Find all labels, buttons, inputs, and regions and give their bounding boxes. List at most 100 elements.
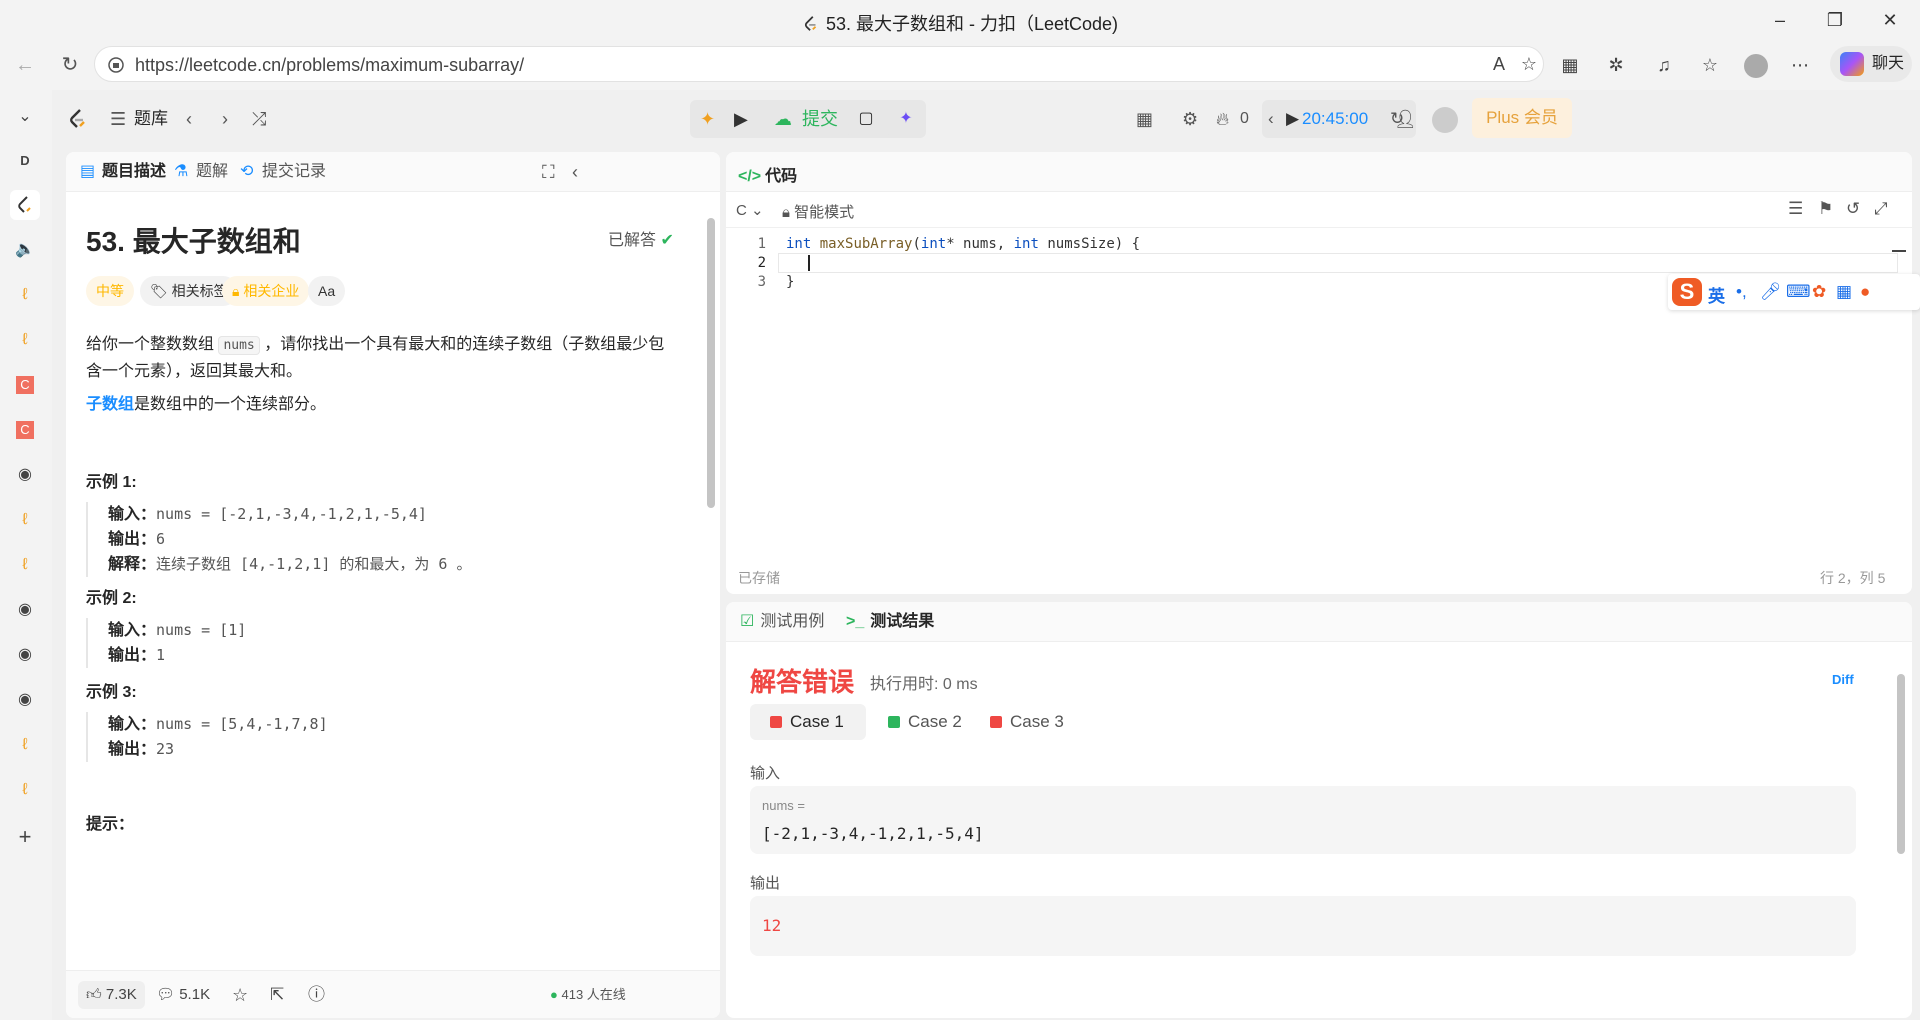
difficulty-badge[interactable]: 中等 — [86, 276, 134, 306]
skin-icon[interactable]: ✿ — [1812, 282, 1826, 302]
lock-icon: 🔒︎ — [232, 283, 240, 299]
tab-testcase[interactable]: ☑ 测试用例 — [740, 612, 824, 632]
saved-status: 已存储 — [738, 570, 780, 586]
problem-list-button[interactable]: 题库 — [134, 104, 168, 134]
code-footer: 已存储 行 2，列 5 — [726, 558, 1912, 594]
favorite-star-icon[interactable]: ☆ — [232, 981, 248, 1009]
timer-play-icon[interactable]: ▶ — [1286, 100, 1299, 138]
font-size-button[interactable]: Aa — [308, 276, 346, 306]
like-button[interactable]: 👍︎ 7.3K — [78, 981, 145, 1009]
tab-test-result[interactable]: >_ 测试结果 — [846, 612, 934, 632]
tab-leetcode-icon[interactable]: ℓ — [10, 280, 40, 310]
help-icon[interactable]: ⓘ — [308, 981, 325, 1009]
site-info-icon[interactable] — [107, 56, 125, 74]
mascot-icon[interactable]: ● — [1860, 282, 1870, 302]
read-aloud-icon[interactable]: A — [1485, 50, 1513, 78]
next-problem-icon[interactable]: › — [222, 104, 228, 134]
qr-code-icon[interactable]: ▦ — [1556, 51, 1584, 79]
cloud-upload-icon: ☁ — [774, 109, 792, 129]
tab-leetcode-active-icon[interactable] — [10, 190, 40, 220]
output-section-label: 输出 — [750, 875, 781, 892]
format-icon[interactable]: ☰ — [1788, 199, 1803, 219]
back-icon[interactable]: ← — [10, 50, 40, 80]
ime-language-toggle[interactable]: 英 — [1708, 282, 1725, 307]
collapse-tabs-icon[interactable]: ⌄ — [10, 102, 40, 132]
tab-c-icon[interactable]: C — [10, 370, 40, 400]
run-icon[interactable]: ▶ — [734, 104, 748, 134]
tab-leetcode-icon[interactable]: ℓ — [10, 550, 40, 580]
companies-tag-button[interactable]: 🔒︎ 相关企业 — [222, 276, 310, 306]
tab-github-icon[interactable]: ◉ — [10, 640, 40, 670]
subarray-link[interactable]: 子数组 — [86, 396, 134, 413]
case-3-tab[interactable]: Case 3 — [970, 704, 1070, 740]
tab-d-icon[interactable]: D — [10, 146, 40, 176]
debug-icon[interactable]: ✦ — [700, 104, 715, 134]
description-scrollbar[interactable] — [707, 210, 715, 940]
tab-leetcode-icon[interactable]: ℓ — [10, 775, 40, 805]
example-3-block: 输入：nums = [5,4,-1,7,8] 输出：23 — [86, 712, 328, 762]
tab-submissions[interactable]: ⟲ 提交记录 — [240, 162, 326, 182]
bookmark-icon[interactable]: ⚑ — [1818, 199, 1833, 219]
checkbox-icon: ☑ — [740, 613, 755, 630]
tab-description[interactable]: ▤ 题目描述 — [80, 162, 166, 182]
settings-gear-icon[interactable]: ⚙ — [1182, 104, 1198, 134]
fullscreen-icon[interactable]: ⛶ — [542, 162, 555, 182]
keyboard-icon[interactable]: ⌨ — [1786, 282, 1811, 302]
url-input[interactable]: https://leetcode.cn/problems/maximum-sub… — [94, 46, 1544, 82]
tab-github-icon[interactable]: ◉ — [10, 685, 40, 715]
new-tab-plus-icon[interactable]: + — [10, 822, 40, 852]
random-problem-icon[interactable]: ⤮ — [252, 104, 266, 134]
punctuation-icon[interactable]: •, — [1736, 282, 1747, 302]
collapse-panel-icon[interactable]: ‹ — [572, 162, 578, 182]
refresh-icon[interactable]: ↻ — [55, 50, 85, 80]
favorites-icon[interactable]: ☆ — [1696, 51, 1724, 79]
media-icon[interactable]: ♫ — [1650, 51, 1678, 79]
example-2-title: 示例 2: — [86, 590, 137, 607]
maximize-button[interactable]: ❐ — [1815, 6, 1855, 34]
expand-editor-icon[interactable]: ⤢ — [1874, 199, 1888, 219]
tab-leetcode-icon[interactable]: ℓ — [10, 505, 40, 535]
streak-fire-icon[interactable]: 🔥︎ — [1216, 104, 1229, 134]
ai-assistant-button[interactable]: ✦ — [888, 100, 924, 138]
note-button[interactable]: ▢ — [848, 100, 884, 138]
comments-button[interactable]: 💬︎ 5.1K — [156, 981, 210, 1009]
minimize-button[interactable]: – — [1760, 6, 1800, 34]
invite-user-icon[interactable]: 👤︎ — [1394, 104, 1417, 134]
tab-leetcode-icon[interactable]: ℓ — [10, 730, 40, 760]
browser-title-bar: 53. 最大子数组和 - 力扣（LeetCode) – ❐ ✕ — [0, 0, 1920, 40]
problem-list-icon[interactable]: ☰ — [110, 104, 126, 134]
case-1-tab[interactable]: Case 1 — [750, 704, 866, 740]
tab-c-icon[interactable]: C — [10, 415, 40, 445]
copilot-chat-button[interactable]: 聊天 — [1830, 46, 1912, 82]
user-avatar[interactable] — [1432, 104, 1458, 134]
plus-membership-button[interactable]: Plus 会员 — [1472, 98, 1572, 138]
code-panel-header: </> 代码 — [726, 152, 1912, 192]
leetcode-logo-icon[interactable] — [66, 104, 92, 134]
timer-collapse-icon[interactable]: ‹ — [1268, 100, 1274, 138]
tab-github-icon[interactable]: ◉ — [10, 595, 40, 625]
problem-description: 给你一个整数数组 nums ，请你找出一个具有最大和的连续子数组（子数组最少包含… — [86, 336, 665, 380]
reset-code-icon[interactable]: ↺ — [1846, 199, 1860, 219]
tab-leetcode-icon[interactable]: ℓ — [10, 325, 40, 355]
prev-problem-icon[interactable]: ‹ — [186, 104, 192, 134]
extensions-icon[interactable]: ✲ — [1602, 51, 1630, 79]
toolbox-icon[interactable]: ▦ — [1836, 282, 1852, 302]
sogou-logo-icon[interactable]: S — [1672, 278, 1702, 306]
case-2-tab[interactable]: Case 2 — [868, 704, 968, 740]
tab-audio-icon[interactable]: 🔈 — [10, 235, 40, 265]
close-window-button[interactable]: ✕ — [1870, 6, 1910, 34]
layout-icon[interactable]: ▦ — [1136, 104, 1153, 134]
language-select[interactable]: C ⌄ — [736, 201, 764, 219]
diff-toggle[interactable]: Diff — [1832, 672, 1854, 687]
current-line-highlight — [778, 253, 1898, 273]
result-scrollbar[interactable] — [1896, 632, 1906, 1018]
tab-github-icon[interactable]: ◉ — [10, 460, 40, 490]
profile-avatar[interactable] — [1742, 51, 1770, 79]
microphone-icon[interactable]: 🎤︎ — [1760, 282, 1782, 302]
more-menu-icon[interactable]: ⋯ — [1786, 51, 1814, 79]
smart-mode-toggle[interactable]: 🔒︎ 智能模式 — [782, 201, 854, 222]
copilot-icon — [1840, 52, 1864, 76]
share-icon[interactable]: ⇱ — [270, 981, 284, 1009]
favorite-star-icon[interactable]: ☆ — [1515, 50, 1543, 78]
tab-solutions[interactable]: ⚗ 题解 — [174, 162, 228, 182]
